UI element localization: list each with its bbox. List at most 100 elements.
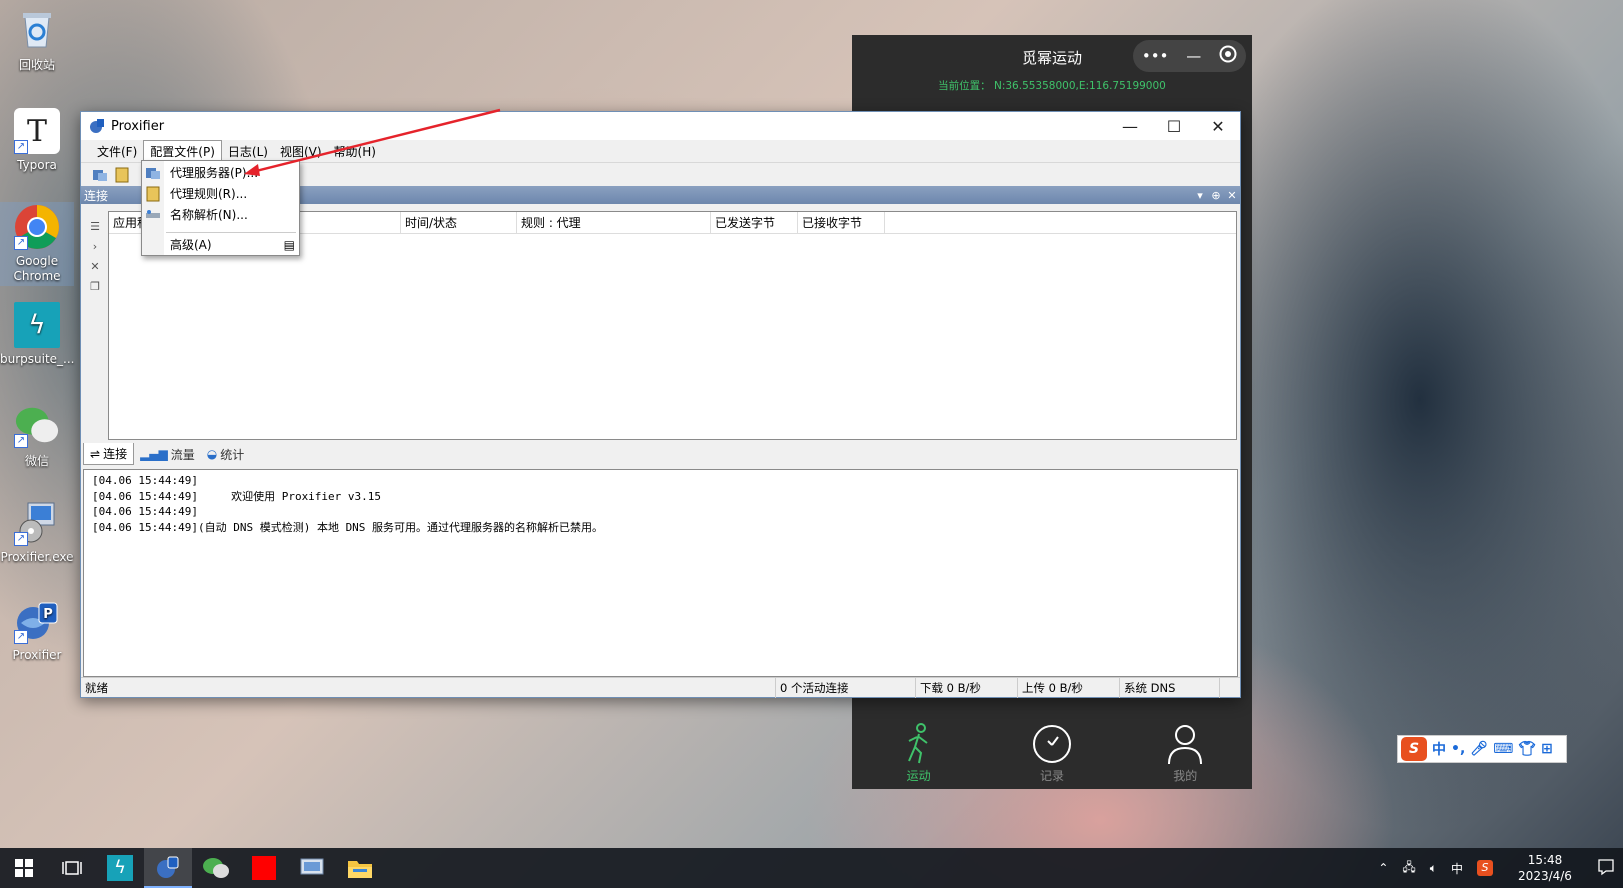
log-line: [04.06 15:44:49](自动 DNS 模式检测) 本地 DNS 服务可… bbox=[92, 520, 604, 534]
nav-item-profile[interactable]: 我的 bbox=[1145, 723, 1225, 789]
desktop-icon-label: 回收站 bbox=[18, 58, 55, 72]
tab-label: 统计 bbox=[220, 447, 245, 462]
statistics-pie-icon: ◒ bbox=[206, 447, 218, 461]
recycle-bin-icon bbox=[14, 6, 60, 52]
copy-icon[interactable]: ❐ bbox=[85, 276, 105, 296]
svg-text:P: P bbox=[43, 607, 53, 622]
burpsuite-icon[interactable]: ϟ bbox=[96, 848, 144, 888]
clock-time: 15:48 bbox=[1527, 853, 1563, 867]
menu-item-label: 名称解析(N)... bbox=[170, 208, 248, 222]
menu-item-proxy-rules[interactable]: 代理规则(R)... bbox=[142, 183, 299, 204]
status-bar: 就绪 0 个活动连接 下载 0 B/秒 上传 0 B/秒 系统 DNS bbox=[81, 677, 1240, 698]
rules-icon[interactable] bbox=[113, 166, 131, 184]
panel-title: 连接 bbox=[84, 188, 109, 203]
menu-item-name-resolution[interactable]: 名称解析(N)... bbox=[142, 204, 299, 225]
desktop-icon-wechat[interactable]: ↗ 微信 bbox=[0, 402, 74, 469]
minimize-button[interactable]: — bbox=[1108, 112, 1152, 140]
column-rule-proxy[interactable]: 规则 : 代理 bbox=[517, 212, 711, 234]
sport-app-capsule: ••• — bbox=[1133, 40, 1246, 72]
start-icon[interactable] bbox=[0, 848, 48, 888]
red-app-icon[interactable] bbox=[240, 848, 288, 888]
wechat-icon: ↗ bbox=[14, 402, 60, 448]
sogou-logo-icon[interactable]: S bbox=[1401, 737, 1427, 761]
menu-bar: 文件(F) 配置文件(P) 日志(L) 视图(V) 帮助(H) bbox=[81, 140, 1240, 162]
list-view-icon[interactable]: ☰ bbox=[85, 216, 105, 236]
proxifier-icon: P ↗ bbox=[14, 598, 60, 644]
tab-label: 连接 bbox=[103, 447, 128, 461]
close-panel-icon[interactable]: ✕ bbox=[1224, 189, 1240, 202]
sport-app-bottom-nav: 运动 记录 我的 bbox=[852, 723, 1252, 789]
traffic-chart-icon: ▂▄▆ bbox=[140, 447, 168, 461]
menu-log[interactable]: 日志(L) bbox=[222, 141, 274, 162]
log-line: [04.06 15:44:49] bbox=[92, 474, 198, 487]
close-target-icon[interactable] bbox=[1219, 45, 1237, 67]
expand-icon[interactable]: › bbox=[85, 236, 105, 256]
volume-icon[interactable]: 🔈︎ bbox=[1430, 861, 1437, 876]
tab-connections[interactable]: ⇌ 连接 bbox=[83, 443, 135, 465]
task-view-icon[interactable] bbox=[48, 848, 96, 888]
desktop-icon-typora[interactable]: T ↗ Typora bbox=[0, 108, 74, 172]
tab-traffic[interactable]: ▂▄▆ 流量 bbox=[134, 444, 201, 465]
desktop-icon-label: burpsuite_... bbox=[0, 352, 75, 366]
shortcut-arrow-icon: ↗ bbox=[14, 236, 28, 250]
clock[interactable]: 15:48 2023/4/6 bbox=[1507, 852, 1583, 884]
file-explorer-icon[interactable] bbox=[336, 848, 384, 888]
log-output[interactable]: [04.06 15:44:49] [04.06 15:44:49] 欢迎使用 P… bbox=[83, 469, 1238, 677]
menu-item-proxy-servers[interactable]: 代理服务器(P)... bbox=[142, 162, 299, 183]
typora-icon: T ↗ bbox=[14, 108, 60, 154]
desktop-icon-proxifier[interactable]: P ↗ Proxifier bbox=[0, 598, 74, 662]
menu-item-advanced[interactable]: 高级(A) ▤ bbox=[142, 234, 299, 255]
bottom-tabs: ⇌ 连接 ▂▄▆ 流量 ◒ 统计 bbox=[81, 443, 250, 465]
title-bar[interactable]: Proxifier — ☐ ✕ bbox=[81, 112, 1240, 140]
sogou-tray-icon[interactable]: S bbox=[1477, 860, 1493, 876]
close-connection-icon[interactable]: ✕ bbox=[85, 256, 105, 276]
maximize-button[interactable]: ☐ bbox=[1152, 112, 1196, 140]
side-toolbar: ☰ › ✕ ❐ bbox=[85, 216, 105, 296]
desktop-icon-proxifier-exe[interactable]: ↗ Proxifier.exe bbox=[0, 500, 74, 564]
notification-icon[interactable] bbox=[1597, 858, 1615, 879]
taskbar: ϟ ⌃ 🖧︎ 🔈︎ 中 S 15:48 2023/4/6 bbox=[0, 848, 1623, 888]
toolbox-icon[interactable]: ⊞ bbox=[1541, 741, 1553, 757]
ime-toolbar: S 中 •, 🎤︎ ⌨ 👕︎ ⊞ bbox=[1397, 735, 1567, 763]
desktop-icon-chrome[interactable]: ↗ Google Chrome bbox=[0, 202, 74, 286]
desktop-icon-recycle-bin[interactable]: 回收站 bbox=[0, 6, 74, 73]
pin-icon[interactable]: ⊕ bbox=[1208, 189, 1224, 202]
menu-item-label: 高级(A) bbox=[170, 238, 212, 252]
shortcut-arrow-icon: ↗ bbox=[14, 630, 28, 644]
menu-help[interactable]: 帮助(H) bbox=[328, 141, 382, 162]
tray-language[interactable]: 中 bbox=[1451, 860, 1463, 877]
ime-language[interactable]: 中 bbox=[1432, 739, 1446, 759]
column-time-status[interactable]: 时间/状态 bbox=[401, 212, 517, 234]
tab-statistics[interactable]: ◒ 统计 bbox=[201, 444, 251, 465]
desktop-icon-label: Proxifier bbox=[12, 648, 62, 662]
microphone-icon[interactable]: 🎤︎ bbox=[1470, 741, 1488, 757]
keyboard-icon[interactable]: ⌨ bbox=[1493, 741, 1513, 757]
proxifier-icon[interactable] bbox=[144, 848, 192, 888]
menu-profile[interactable]: 配置文件(P) bbox=[143, 140, 222, 162]
server-icon[interactable] bbox=[91, 166, 109, 184]
column-received-bytes[interactable]: 已接收字节 bbox=[798, 212, 885, 234]
network-icon[interactable]: 🖧︎ bbox=[1402, 858, 1415, 879]
menu-file[interactable]: 文件(F) bbox=[91, 141, 143, 162]
ime-punctuation[interactable]: •, bbox=[1451, 741, 1465, 757]
wechat-icon[interactable] bbox=[192, 848, 240, 888]
nav-item-label: 我的 bbox=[1173, 769, 1198, 783]
column-sent-bytes[interactable]: 已发送字节 bbox=[711, 212, 798, 234]
minimize-icon[interactable]: — bbox=[1186, 47, 1201, 65]
system-tray: ⌃ 🖧︎ 🔈︎ 中 S 15:48 2023/4/6 bbox=[1378, 852, 1623, 884]
status-download: 下载 0 B/秒 bbox=[915, 677, 1017, 698]
desktop-icon-burpsuite[interactable]: ϟ burpsuite_... bbox=[0, 302, 75, 366]
connections-icon: ⇌ bbox=[90, 446, 101, 461]
close-button[interactable]: ✕ bbox=[1196, 112, 1240, 140]
more-icon[interactable]: ••• bbox=[1142, 47, 1169, 65]
chevron-up-icon[interactable]: ⌃ bbox=[1378, 861, 1388, 875]
dropdown-arrow-icon[interactable]: ▾ bbox=[1192, 189, 1208, 202]
shortcut-arrow-icon: ↗ bbox=[14, 532, 28, 546]
nav-item-sport[interactable]: 运动 bbox=[879, 723, 959, 789]
resize-grip[interactable] bbox=[1219, 677, 1240, 698]
installer-icon: ↗ bbox=[14, 500, 60, 546]
skin-icon[interactable]: 👕︎ bbox=[1518, 741, 1536, 757]
nav-item-records[interactable]: 记录 bbox=[1012, 723, 1092, 789]
remote-icon[interactable] bbox=[288, 848, 336, 888]
menu-view[interactable]: 视图(V) bbox=[274, 141, 328, 162]
